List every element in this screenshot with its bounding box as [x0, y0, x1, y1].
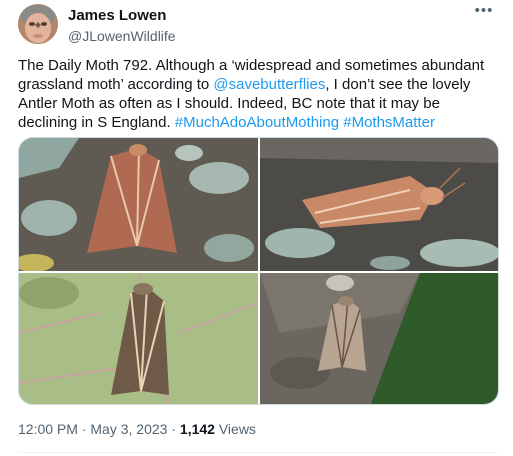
meta-separator: ·: [171, 421, 177, 437]
more-horizontal-icon[interactable]: •••: [472, 2, 496, 26]
meta-separator: ·: [81, 421, 87, 437]
views-label: Views: [218, 421, 256, 437]
photo-moth-on-lichen[interactable]: [19, 138, 258, 271]
author-block: James Lowen @JLowenWildlife: [68, 7, 176, 45]
tweet-meta: 12:00 PM · May 3, 2023 · 1,142 Views: [18, 420, 256, 438]
hashtag-link[interactable]: #MuchAdoAboutMothing: [175, 114, 339, 131]
divider: [18, 452, 499, 453]
display-name[interactable]: James Lowen: [68, 7, 176, 25]
user-handle[interactable]: @JLowenWildlife: [68, 27, 176, 45]
photo-moth-on-leaf[interactable]: [19, 273, 258, 404]
tweet: James Lowen @JLowenWildlife ••• The Dail…: [0, 0, 513, 456]
views-count: 1,142: [179, 421, 215, 437]
avatar[interactable]: [18, 4, 58, 44]
mention-link[interactable]: @savebutterflies: [213, 76, 325, 93]
tweet-date[interactable]: May 3, 2023: [90, 421, 167, 437]
photo-moth-on-bark[interactable]: [260, 273, 498, 404]
photo-moth-on-wood[interactable]: [260, 138, 498, 271]
hashtag-link[interactable]: #MothsMatter: [343, 114, 435, 131]
media-grid: [18, 137, 499, 405]
tweet-text: The Daily Moth 792. Although a ‘widespre…: [18, 56, 498, 132]
tweet-time[interactable]: 12:00 PM: [18, 421, 78, 437]
